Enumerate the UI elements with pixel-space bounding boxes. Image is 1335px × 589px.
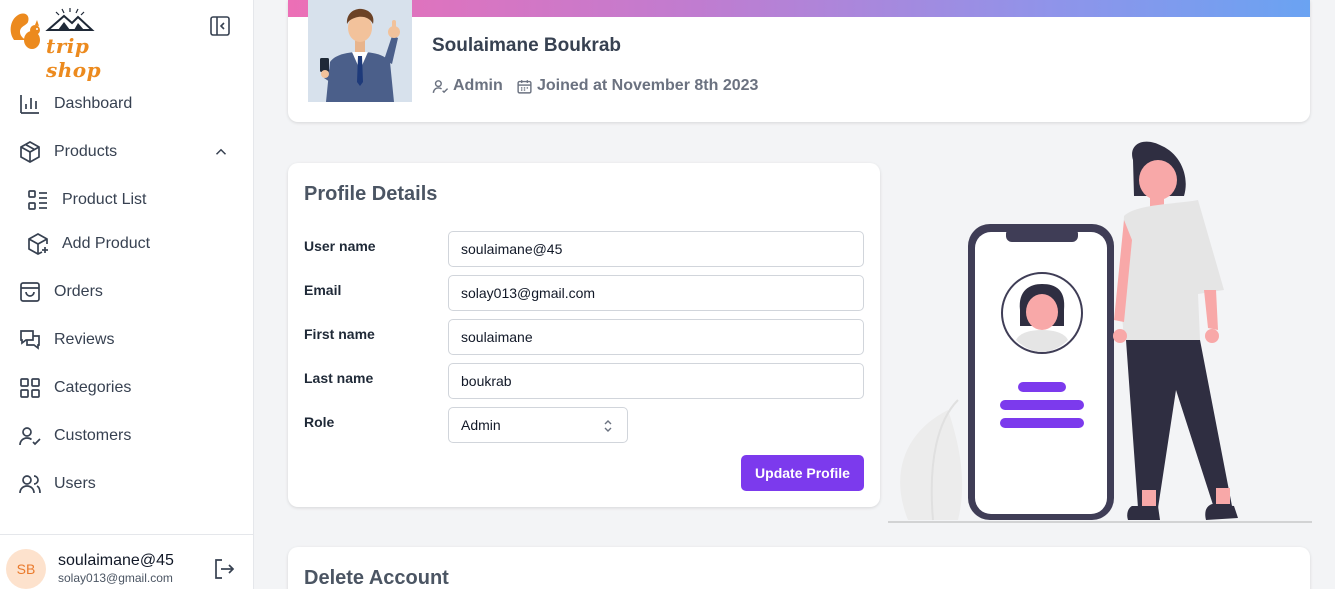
profile-details-title: Profile Details bbox=[304, 183, 438, 205]
role-select[interactable]: Admin bbox=[448, 407, 628, 443]
profile-name: Soulaimane Boukrab bbox=[432, 35, 621, 56]
businessman-avatar-icon bbox=[308, 0, 412, 102]
sidebar-item-categories[interactable]: Categories bbox=[0, 368, 254, 408]
grid-icon bbox=[20, 378, 40, 398]
sidebar: trip shop Dashboard Products Product Lis… bbox=[0, 0, 254, 589]
delete-account-title: Delete Account bbox=[304, 567, 449, 589]
chevron-updown-icon bbox=[604, 420, 612, 432]
role-select-value: Admin bbox=[461, 417, 501, 433]
profile-joined-text: Joined at November 8th 2023 bbox=[537, 77, 759, 94]
username-label: User name bbox=[304, 238, 376, 254]
delete-account-card: Delete Account bbox=[288, 547, 1310, 589]
sidebar-item-label: Add Product bbox=[62, 235, 151, 252]
users-icon bbox=[19, 475, 41, 494]
update-profile-button[interactable]: Update Profile bbox=[741, 455, 864, 491]
shopping-bag-icon bbox=[20, 282, 40, 302]
logout-icon[interactable] bbox=[212, 557, 236, 581]
chat-bubbles-icon bbox=[20, 330, 40, 350]
user-check-icon bbox=[19, 427, 41, 446]
email-input[interactable] bbox=[448, 275, 864, 311]
avatar[interactable]: SB bbox=[6, 549, 46, 589]
box-plus-icon bbox=[28, 233, 48, 255]
sidebar-item-orders[interactable]: Orders bbox=[0, 272, 254, 312]
calendar-icon bbox=[517, 79, 532, 94]
sidebar-item-label: Products bbox=[54, 143, 118, 160]
last-name-label: Last name bbox=[304, 370, 374, 386]
username-input[interactable] bbox=[448, 231, 864, 267]
sidebar-item-label: Dashboard bbox=[54, 95, 133, 112]
user-name: soulaimane@45 bbox=[58, 552, 174, 569]
logo-text: trip shop bbox=[46, 34, 102, 82]
email-label: Email bbox=[304, 282, 342, 298]
sidebar-item-label: Categories bbox=[54, 379, 132, 396]
list-icon bbox=[28, 190, 47, 210]
sidebar-item-product-list[interactable]: Product List bbox=[0, 180, 254, 220]
sidebar-item-label: Reviews bbox=[54, 331, 115, 348]
sidebar-item-label: Orders bbox=[54, 283, 103, 300]
profile-details-card: Profile Details User name Email First na… bbox=[288, 163, 880, 507]
brand-logo[interactable]: trip shop bbox=[8, 6, 120, 82]
sidebar-item-label: Product List bbox=[62, 191, 147, 208]
box-icon bbox=[20, 141, 40, 163]
last-name-input[interactable] bbox=[448, 363, 864, 399]
sidebar-item-label: Users bbox=[54, 475, 96, 492]
sidebar-item-products[interactable]: Products bbox=[0, 132, 254, 172]
user-email: solay013@gmail.com bbox=[58, 571, 173, 585]
profile-header-card: Soulaimane Boukrab Admin Joined at Novem… bbox=[288, 0, 1310, 122]
sidebar-item-users[interactable]: Users bbox=[0, 464, 254, 504]
profile-role-text: Admin bbox=[453, 77, 503, 94]
sidebar-item-add-product[interactable]: Add Product bbox=[0, 224, 254, 264]
profile-photo bbox=[308, 0, 412, 102]
sidebar-item-reviews[interactable]: Reviews bbox=[0, 320, 254, 360]
profile-banner bbox=[288, 0, 1310, 17]
chart-bars-icon bbox=[20, 95, 39, 114]
first-name-input[interactable] bbox=[448, 319, 864, 355]
chevron-up-icon[interactable] bbox=[212, 143, 230, 161]
sidebar-user: SB soulaimane@45 solay013@gmail.com bbox=[0, 534, 254, 589]
profile-role: Admin bbox=[432, 77, 503, 95]
collapse-sidebar-icon[interactable] bbox=[208, 14, 232, 38]
profile-joined: Joined at November 8th 2023 bbox=[516, 77, 758, 95]
role-label: Role bbox=[304, 414, 335, 430]
sidebar-item-dashboard[interactable]: Dashboard bbox=[0, 84, 254, 124]
phone-person-illustration-icon bbox=[888, 141, 1312, 523]
sidebar-item-label: Customers bbox=[54, 427, 132, 444]
sidebar-item-customers[interactable]: Customers bbox=[0, 416, 254, 456]
first-name-label: First name bbox=[304, 326, 375, 342]
profile-illustration bbox=[888, 140, 1312, 525]
user-check-icon bbox=[432, 79, 449, 93]
